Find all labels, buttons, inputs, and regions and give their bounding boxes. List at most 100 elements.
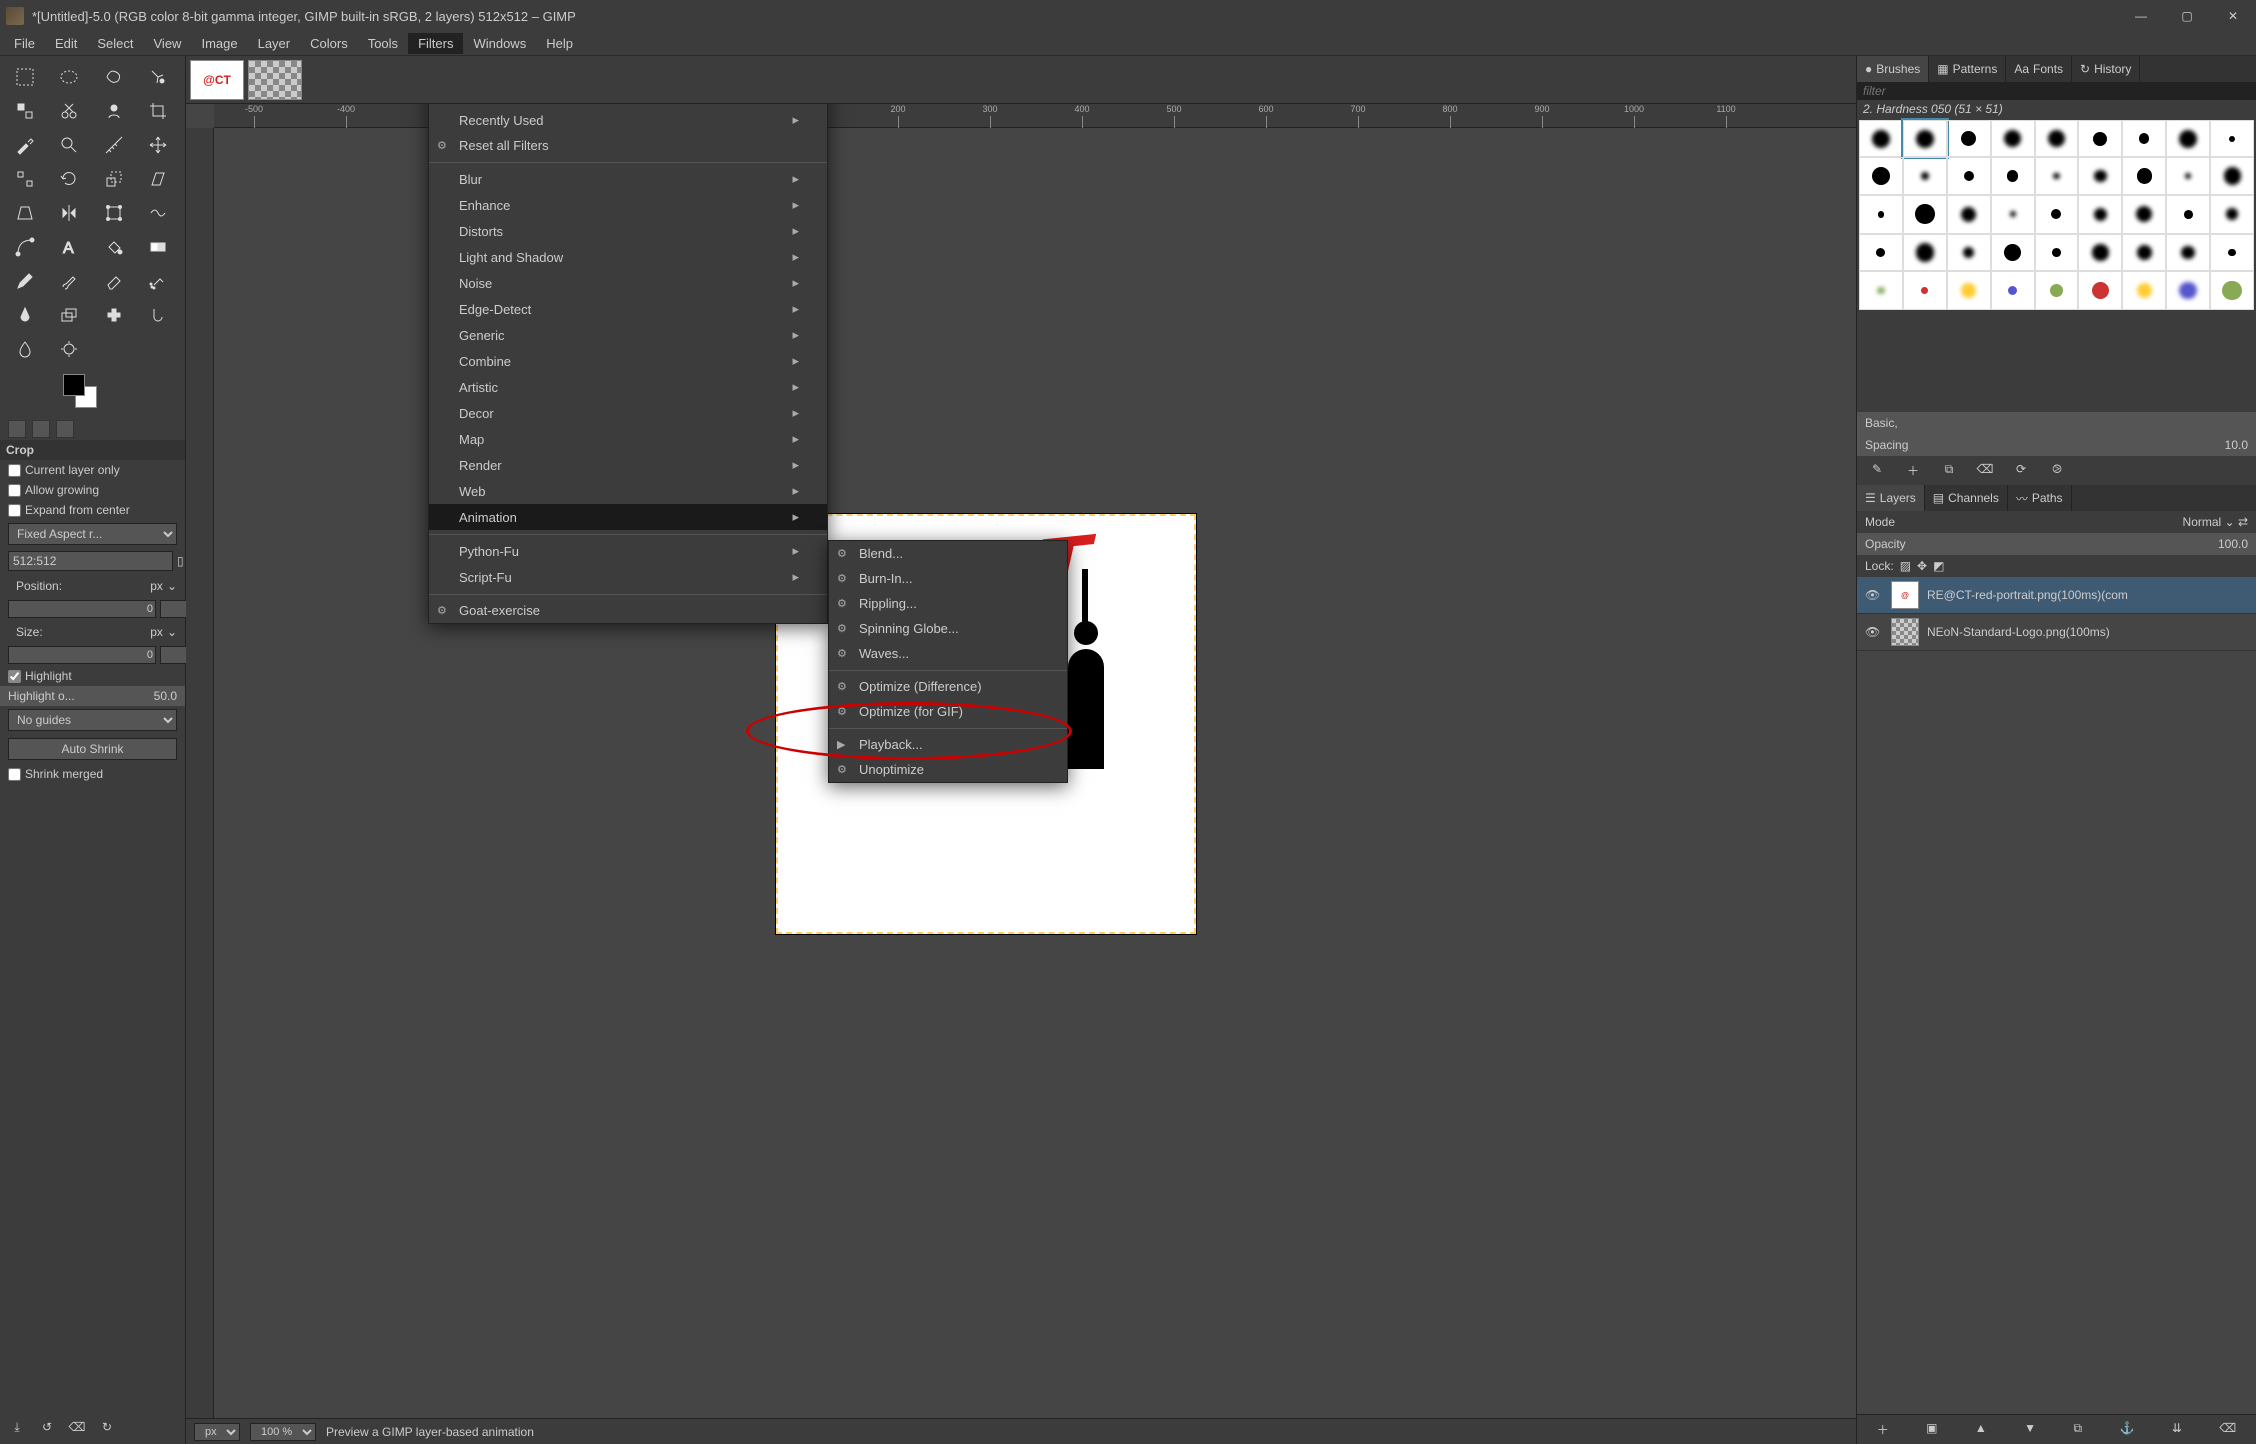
- fg-color-swatch[interactable]: [63, 374, 85, 396]
- menu-edge-detect[interactable]: Edge-Detect▸: [429, 296, 827, 322]
- opt-shrink-merged[interactable]: Shrink merged: [0, 764, 185, 784]
- brush-swatch[interactable]: [2035, 157, 2079, 194]
- menu-generic[interactable]: Generic▸: [429, 322, 827, 348]
- new-layer-icon[interactable]: ＋: [1877, 1421, 1889, 1438]
- submenu-blend-[interactable]: ⚙Blend...: [829, 541, 1067, 566]
- brush-swatch[interactable]: [2166, 195, 2210, 234]
- lock-alpha-icon[interactable]: ◩: [1933, 559, 1944, 573]
- move-tool[interactable]: [139, 130, 177, 160]
- portrait-icon[interactable]: ▯: [177, 554, 184, 568]
- submenu-waves-[interactable]: ⚙Waves...: [829, 641, 1067, 666]
- brush-swatch[interactable]: [1903, 157, 1947, 194]
- guides-select[interactable]: No guides: [8, 709, 177, 731]
- brush-indicator[interactable]: [8, 420, 26, 438]
- brush-swatch[interactable]: [1991, 271, 2035, 310]
- brush-swatch[interactable]: [1859, 157, 1903, 194]
- submenu-playback-[interactable]: ▶Playback...: [829, 728, 1067, 757]
- brush-swatch[interactable]: [2078, 271, 2122, 310]
- menu-help[interactable]: Help: [536, 33, 583, 54]
- clone-tool[interactable]: [50, 300, 88, 330]
- menu-render[interactable]: Render▸: [429, 452, 827, 478]
- pos-x-input[interactable]: [8, 600, 156, 618]
- color-select-tool[interactable]: [6, 96, 44, 126]
- menu-windows[interactable]: Windows: [463, 33, 536, 54]
- tab-paths[interactable]: 〰Paths: [2008, 485, 2072, 511]
- pattern-indicator[interactable]: [32, 420, 50, 438]
- path-tool[interactable]: [6, 232, 44, 262]
- align-tool[interactable]: [6, 164, 44, 194]
- lock-pixels-icon[interactable]: ▨: [1900, 559, 1911, 573]
- text-tool[interactable]: A: [50, 232, 88, 262]
- menu-distorts[interactable]: Distorts▸: [429, 218, 827, 244]
- menu-filters[interactable]: Filters: [408, 33, 463, 54]
- brush-swatch[interactable]: [2122, 120, 2166, 157]
- gradient-tool[interactable]: [139, 232, 177, 262]
- save-options-icon[interactable]: ⤓: [6, 1416, 28, 1438]
- menu-recently-used[interactable]: Recently Used▸: [429, 107, 827, 133]
- free-select-tool[interactable]: [95, 62, 133, 92]
- brush-swatch[interactable]: [2122, 234, 2166, 272]
- brush-swatch[interactable]: [2122, 195, 2166, 234]
- menu-light-and-shadow[interactable]: Light and Shadow▸: [429, 244, 827, 270]
- brush-swatch[interactable]: [1903, 195, 1947, 234]
- edit-brush-icon[interactable]: ✎: [1867, 462, 1887, 479]
- color-picker-tool[interactable]: [6, 130, 44, 160]
- heal-tool[interactable]: [95, 300, 133, 330]
- size-w-input[interactable]: [8, 646, 156, 664]
- ruler-vertical[interactable]: [186, 128, 214, 1418]
- menu-select[interactable]: Select: [87, 33, 143, 54]
- scissors-tool[interactable]: [50, 96, 88, 126]
- tab-history[interactable]: ↻History: [2072, 56, 2140, 82]
- menu-enhance[interactable]: Enhance▸: [429, 192, 827, 218]
- auto-shrink-button[interactable]: Auto Shrink: [8, 738, 177, 760]
- brush-swatch[interactable]: [2122, 271, 2166, 310]
- restore-options-icon[interactable]: ↺: [36, 1416, 58, 1438]
- rotate-tool[interactable]: [50, 164, 88, 194]
- brush-swatch[interactable]: [2210, 195, 2254, 234]
- menu-animation[interactable]: Animation▸: [429, 504, 827, 530]
- menu-map[interactable]: Map▸: [429, 426, 827, 452]
- new-brush-icon[interactable]: ＋: [1903, 462, 1923, 479]
- brush-swatch[interactable]: [2210, 271, 2254, 310]
- raise-layer-icon[interactable]: ▲: [1975, 1421, 1987, 1438]
- submenu-rippling-[interactable]: ⚙Rippling...: [829, 591, 1067, 616]
- brush-swatch[interactable]: [1947, 157, 1991, 194]
- menu-view[interactable]: View: [144, 33, 192, 54]
- flip-tool[interactable]: [50, 198, 88, 228]
- blur-tool[interactable]: [6, 334, 44, 364]
- brush-swatch[interactable]: [1859, 195, 1903, 234]
- delete-brush-icon[interactable]: ⌫: [1975, 462, 1995, 479]
- layer-group-icon[interactable]: ▣: [1926, 1421, 1937, 1438]
- image-tab-1[interactable]: @CT: [190, 60, 244, 100]
- brush-swatch[interactable]: [1947, 271, 1991, 310]
- brush-swatch[interactable]: [2210, 120, 2254, 157]
- pencil-tool[interactable]: [6, 266, 44, 296]
- visibility-icon[interactable]: 👁: [1865, 625, 1883, 639]
- brush-swatch[interactable]: [2166, 120, 2210, 157]
- menu-web[interactable]: Web▸: [429, 478, 827, 504]
- menu-file[interactable]: File: [4, 33, 45, 54]
- brush-swatch[interactable]: [1947, 120, 1991, 157]
- menu-colors[interactable]: Colors: [300, 33, 358, 54]
- menu-script-fu[interactable]: Script-Fu▸: [429, 564, 827, 590]
- brush-swatch[interactable]: [2035, 234, 2079, 272]
- submenu-unoptimize[interactable]: ⚙Unoptimize: [829, 757, 1067, 782]
- close-button[interactable]: ✕: [2210, 0, 2256, 32]
- aspect-value-input[interactable]: [8, 551, 173, 571]
- brush-swatch[interactable]: [2035, 271, 2079, 310]
- menu-python-fu[interactable]: Python-Fu▸: [429, 534, 827, 564]
- brush-swatch[interactable]: [1991, 120, 2035, 157]
- rect-select-tool[interactable]: [6, 62, 44, 92]
- menu-goat-exercise[interactable]: ⚙Goat-exercise: [429, 594, 827, 623]
- ellipse-select-tool[interactable]: [50, 62, 88, 92]
- menu-reset-filters[interactable]: ⚙Reset all Filters: [429, 133, 827, 158]
- brush-swatch[interactable]: [1859, 271, 1903, 310]
- brush-swatch[interactable]: [1859, 120, 1903, 157]
- menu-decor[interactable]: Decor▸: [429, 400, 827, 426]
- airbrush-tool[interactable]: [139, 266, 177, 296]
- brush-swatch[interactable]: [2078, 234, 2122, 272]
- image-tab-2[interactable]: [248, 60, 302, 100]
- blend-mode-row[interactable]: ModeNormal ⌄ ⇄: [1857, 511, 2256, 533]
- brush-swatch[interactable]: [2035, 195, 2079, 234]
- shear-tool[interactable]: [139, 164, 177, 194]
